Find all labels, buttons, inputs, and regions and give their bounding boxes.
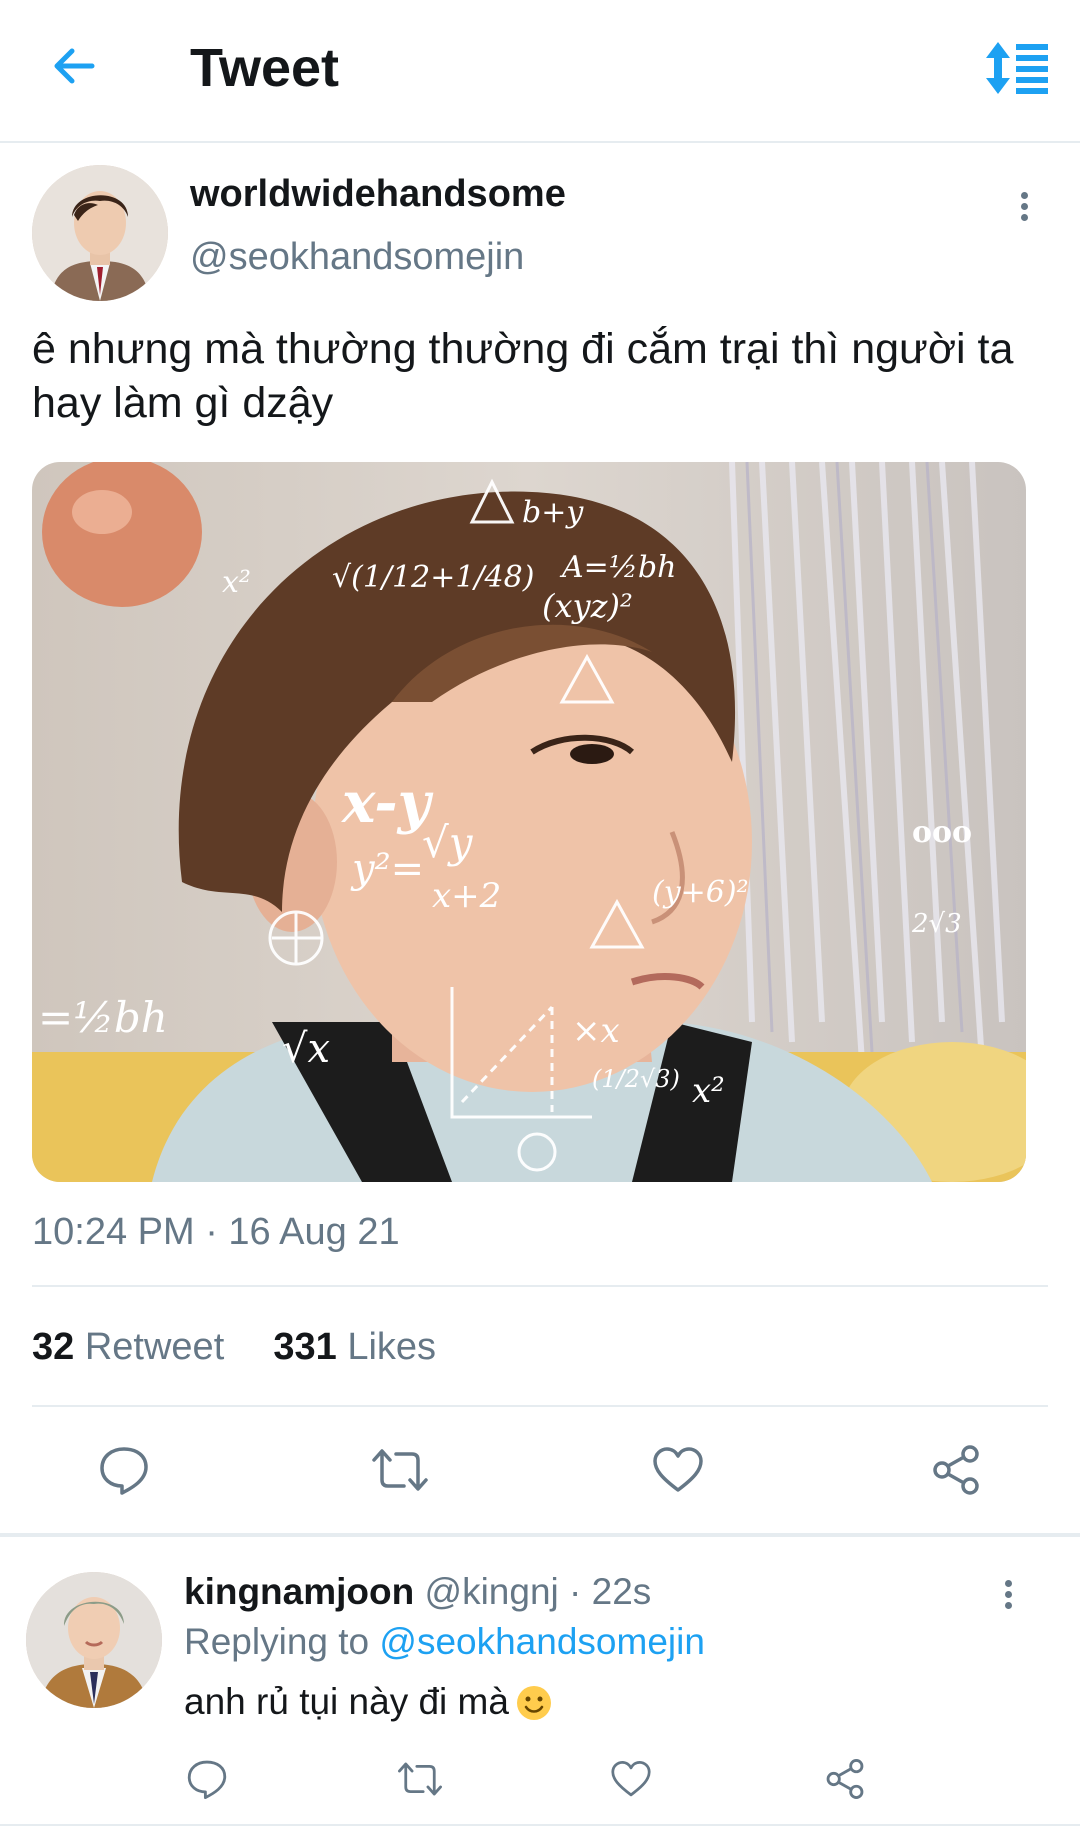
svg-text:×x: ×x xyxy=(572,1011,620,1051)
bottom-separator xyxy=(0,1824,1080,1826)
svg-text:x+2: x+2 xyxy=(432,876,501,916)
svg-text:√y: √y xyxy=(422,818,474,867)
reply-icon[interactable] xyxy=(98,1444,150,1496)
arrow-left-icon[interactable] xyxy=(48,40,100,92)
svg-text:x²: x² xyxy=(692,1071,725,1111)
sort-list-icon[interactable] xyxy=(984,40,1050,96)
reply-header: kingnamjoon @kingnj · 22s xyxy=(184,1570,651,1614)
tweet-text: ê nhưng mà thường thường đi cắm trại thì… xyxy=(32,325,1014,427)
svg-text:(xyz)²: (xyz)² xyxy=(542,587,633,625)
retweet-icon[interactable] xyxy=(370,1446,430,1494)
tweet-stats: 32 Retweet 331 Likes xyxy=(32,1325,436,1369)
reply-display-name[interactable]: kingnamjoon xyxy=(184,1571,414,1612)
svg-text:b+y: b+y xyxy=(522,495,584,530)
replying-to-link[interactable]: @seokhandsomejin xyxy=(379,1621,705,1662)
svg-text:ooo: ooo xyxy=(912,815,972,850)
author-display-name[interactable]: worldwidehandsome xyxy=(190,172,566,216)
author-handle[interactable]: @seokhandsomejin xyxy=(190,235,524,279)
reply-share-icon[interactable] xyxy=(824,1758,866,1800)
top-app-bar: Tweet xyxy=(0,0,1080,143)
more-options-icon[interactable] xyxy=(1012,188,1036,232)
like-label[interactable]: Likes xyxy=(347,1326,436,1368)
svg-text:x²: x² xyxy=(222,565,251,600)
smile-emoji-icon xyxy=(515,1684,553,1722)
retweet-count[interactable]: 32 xyxy=(32,1326,74,1368)
tweet-media-image[interactable]: x-y y²= √y x+2 A=½bh (xyz)² (y+6)² √(1/1… xyxy=(32,462,1026,1182)
like-heart-icon[interactable] xyxy=(652,1446,704,1494)
svg-text:=½bh: =½bh xyxy=(38,993,168,1042)
reply-reply-icon[interactable] xyxy=(186,1758,228,1800)
divider xyxy=(32,1405,1048,1407)
author-avatar[interactable] xyxy=(32,165,168,301)
svg-text:√x: √x xyxy=(282,1026,330,1072)
divider xyxy=(32,1285,1048,1287)
reply-avatar[interactable] xyxy=(26,1572,162,1708)
reply-time: · 22s xyxy=(569,1571,652,1612)
retweet-label[interactable]: Retweet xyxy=(85,1326,224,1368)
reply-more-options-icon[interactable] xyxy=(996,1576,1020,1620)
section-separator xyxy=(0,1533,1080,1537)
tweet-timestamp: 10:24 PM · 16 Aug 21 xyxy=(32,1211,400,1253)
reply-text: anh rủ tụi này đi mà xyxy=(184,1681,509,1722)
reply-handle[interactable]: @kingnj xyxy=(425,1571,559,1612)
svg-text:x-y: x-y xyxy=(341,770,434,836)
svg-text:A=½bh: A=½bh xyxy=(559,550,676,585)
reply-text-block: anh rủ tụi này đi mà xyxy=(184,1678,553,1726)
svg-text:(1/2√3): (1/2√3) xyxy=(592,1065,680,1093)
replying-to-line: Replying to @seokhandsomejin xyxy=(184,1620,705,1664)
svg-text:√(1/12+1/48): √(1/12+1/48) xyxy=(332,560,534,595)
replying-label: Replying to xyxy=(184,1621,370,1662)
page-title: Tweet xyxy=(190,38,340,98)
like-count[interactable]: 331 xyxy=(273,1326,336,1368)
svg-text:2√3: 2√3 xyxy=(911,909,962,939)
reply-retweet-icon[interactable] xyxy=(396,1760,444,1798)
svg-text:y²=: y²= xyxy=(350,846,424,892)
reply-like-heart-icon[interactable] xyxy=(610,1760,652,1798)
svg-text:(y+6)²: (y+6)² xyxy=(652,875,749,910)
share-icon[interactable] xyxy=(930,1444,982,1496)
